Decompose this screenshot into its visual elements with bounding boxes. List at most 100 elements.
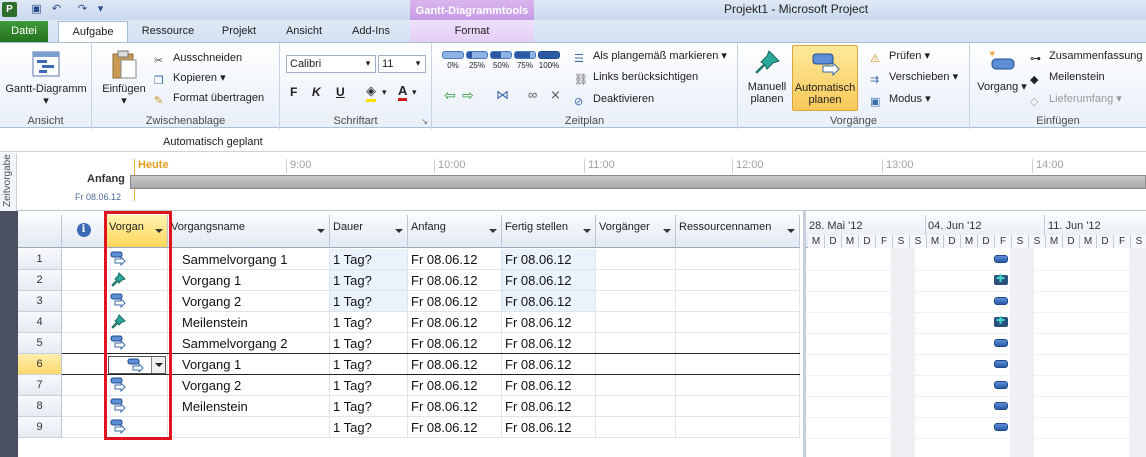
- split-task-icon[interactable]: ⋈: [496, 87, 509, 103]
- percent-75-button[interactable]: 75%: [512, 51, 538, 71]
- format-painter-button[interactable]: ✎ Format übertragen: [154, 89, 264, 107]
- row-number[interactable]: 4: [18, 312, 62, 333]
- link-tasks-icon[interactable]: ∞: [528, 87, 537, 102]
- start-cell[interactable]: Fr 08.06.12: [408, 333, 502, 354]
- tab-addins[interactable]: Add-Ins: [342, 21, 400, 42]
- manually-schedule-button[interactable]: Manuell planen: [742, 47, 792, 105]
- duration-cell[interactable]: 1 Tag?: [330, 417, 408, 438]
- finish-cell[interactable]: Fr 08.06.12: [502, 375, 596, 396]
- duration-cell[interactable]: 1 Tag?: [330, 396, 408, 417]
- insert-summary-button[interactable]: ⊶ Zusammenfassung: [1030, 47, 1143, 65]
- duration-column-header[interactable]: Dauer: [330, 215, 408, 248]
- filter-dropdown-icon[interactable]: [583, 229, 591, 233]
- row-number[interactable]: 8: [18, 396, 62, 417]
- finish-cell[interactable]: Fr 08.06.12: [502, 312, 596, 333]
- start-cell[interactable]: Fr 08.06.12: [408, 354, 502, 375]
- highlight-color-icon[interactable]: ◈: [366, 83, 376, 102]
- finish-cell[interactable]: Fr 08.06.12: [502, 291, 596, 312]
- finish-cell[interactable]: Fr 08.06.12: [502, 270, 596, 291]
- underline-button[interactable]: U: [336, 85, 345, 99]
- highlight-dropdown-icon[interactable]: ▾: [382, 87, 387, 98]
- task-bar[interactable]: [994, 402, 1008, 410]
- task-name-cell[interactable]: Sammelvorgang 1: [168, 249, 330, 270]
- finish-cell[interactable]: Fr 08.06.12: [502, 249, 596, 270]
- row-number[interactable]: 7: [18, 375, 62, 396]
- mark-on-track-button[interactable]: ☰ Als plangemäß markieren ▾: [574, 47, 727, 65]
- customize-qat-icon[interactable]: ▾: [94, 3, 107, 16]
- manual-task-bar[interactable]: [994, 314, 1008, 327]
- indicator-column-header[interactable]: i: [62, 215, 106, 248]
- start-column-header[interactable]: Anfang: [408, 215, 502, 248]
- finish-cell[interactable]: Fr 08.06.12: [502, 417, 596, 438]
- insert-milestone-button[interactable]: ◆ Meilenstein: [1030, 68, 1105, 86]
- outdent-icon[interactable]: ⇦: [444, 87, 456, 104]
- tab-view[interactable]: Ansicht: [276, 21, 332, 42]
- cut-button[interactable]: ✂ Ausschneiden: [154, 49, 242, 67]
- filter-dropdown-icon[interactable]: [317, 229, 325, 233]
- entry-bar-text[interactable]: Automatisch geplant: [163, 136, 263, 148]
- task-bar[interactable]: [994, 255, 1008, 263]
- resource-names-cell[interactable]: [676, 417, 800, 438]
- filter-dropdown-icon[interactable]: [489, 229, 497, 233]
- manual-task-bar[interactable]: [994, 272, 1008, 285]
- resource-names-cell[interactable]: [676, 312, 800, 333]
- duration-cell[interactable]: 1 Tag?: [330, 291, 408, 312]
- gantt-chart-button[interactable]: Gantt-Diagramm ▾: [2, 49, 90, 107]
- task-bar[interactable]: [994, 381, 1008, 389]
- indicator-cell[interactable]: [62, 375, 106, 396]
- duration-cell[interactable]: 1 Tag?: [330, 354, 408, 375]
- start-cell[interactable]: Fr 08.06.12: [408, 417, 502, 438]
- indicator-cell[interactable]: [62, 291, 106, 312]
- task-bar[interactable]: [994, 423, 1008, 431]
- indicator-cell[interactable]: [62, 312, 106, 333]
- task-mode-column-header[interactable]: Vorgan: [106, 215, 168, 248]
- task-name-column-header[interactable]: Vorgangsname: [168, 215, 330, 248]
- insert-deliverable-button[interactable]: ◇ Lieferumfang ▾: [1030, 90, 1122, 108]
- task-bar[interactable]: [994, 297, 1008, 305]
- view-bar[interactable]: [0, 211, 18, 457]
- finish-cell[interactable]: Fr 08.06.12: [502, 396, 596, 417]
- duration-cell[interactable]: 1 Tag?: [330, 333, 408, 354]
- start-cell[interactable]: Fr 08.06.12: [408, 249, 502, 270]
- indicator-cell[interactable]: [62, 354, 106, 375]
- finish-column-header[interactable]: Fertig stellen: [502, 215, 596, 248]
- duration-cell[interactable]: 1 Tag?: [330, 249, 408, 270]
- duration-cell[interactable]: 1 Tag?: [330, 375, 408, 396]
- task-name-cell[interactable]: Vorgang 1: [168, 270, 330, 291]
- respect-links-button[interactable]: ⛓ Links berücksichtigen: [574, 68, 698, 86]
- task-name-cell[interactable]: Vorgang 2: [168, 291, 330, 312]
- indicator-cell[interactable]: [62, 270, 106, 291]
- percent-25-button[interactable]: 25%: [464, 51, 490, 71]
- row-number[interactable]: 5: [18, 333, 62, 354]
- resource-names-cell[interactable]: [676, 375, 800, 396]
- finish-cell[interactable]: Fr 08.06.12: [502, 354, 596, 375]
- dropdown-arrow-icon[interactable]: [151, 357, 165, 373]
- indicator-cell[interactable]: [62, 417, 106, 438]
- task-name-cell[interactable]: Vorgang 1: [168, 354, 330, 375]
- task-name-cell[interactable]: Meilenstein: [168, 396, 330, 417]
- insert-task-button[interactable]: ✶ Vorgang ▾: [974, 47, 1030, 93]
- filter-dropdown-icon[interactable]: [663, 229, 671, 233]
- predecessors-cell[interactable]: [596, 396, 676, 417]
- tab-file[interactable]: Datei: [0, 21, 48, 42]
- predecessors-cell[interactable]: [596, 333, 676, 354]
- predecessors-cell[interactable]: [596, 249, 676, 270]
- duration-cell[interactable]: 1 Tag?: [330, 270, 408, 291]
- timeline-bar[interactable]: [130, 175, 1146, 189]
- timeline[interactable]: Zeitvorgabe Heute 9:00 10:00 11:00 12:00…: [0, 153, 1146, 211]
- start-cell[interactable]: Fr 08.06.12: [408, 291, 502, 312]
- paste-button[interactable]: Einfügen ▾: [98, 49, 150, 107]
- predecessors-cell[interactable]: [596, 291, 676, 312]
- start-cell[interactable]: Fr 08.06.12: [408, 312, 502, 333]
- task-name-cell[interactable]: Sammelvorgang 2: [168, 333, 330, 354]
- font-name-dropdown-icon[interactable]: ▾: [360, 55, 376, 73]
- predecessors-cell[interactable]: [596, 270, 676, 291]
- inactivate-button[interactable]: ⊘ Deaktivieren: [574, 90, 654, 108]
- resource-names-column-header[interactable]: Ressourcennamen: [676, 215, 800, 248]
- font-size-dropdown-icon[interactable]: ▾: [410, 55, 426, 73]
- select-all-corner[interactable]: [18, 215, 62, 248]
- row-number[interactable]: 6: [18, 354, 62, 375]
- resource-names-cell[interactable]: [676, 354, 800, 375]
- filter-dropdown-icon[interactable]: [395, 229, 403, 233]
- font-dialog-launcher-icon[interactable]: ↘: [421, 117, 428, 126]
